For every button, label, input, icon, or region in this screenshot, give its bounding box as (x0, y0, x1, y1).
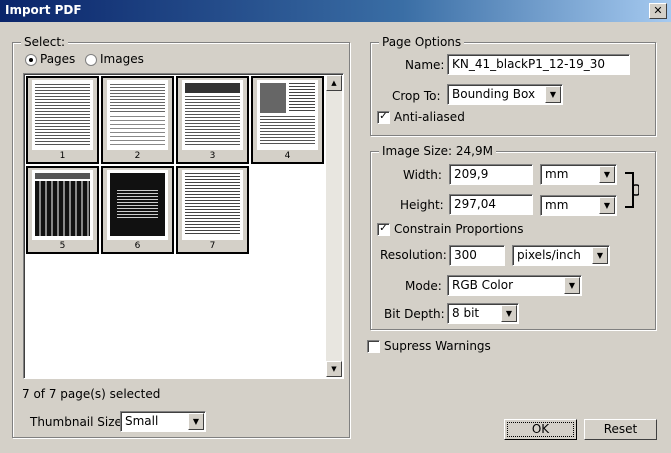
thumbnail-size-select[interactable]: Small ▼ (120, 411, 206, 432)
width-unit-value: mm (545, 167, 569, 181)
image-size-title: Image Size: 24,9M (379, 144, 496, 158)
height-unit-value: mm (545, 198, 569, 212)
reset-button[interactable]: Reset (584, 419, 657, 440)
dropdown-arrow-icon: ▼ (599, 197, 615, 214)
name-label: Name: (405, 58, 445, 72)
width-label: Width: (403, 168, 442, 182)
thumbnail-scrollbar[interactable]: ▲ ▼ (326, 75, 342, 377)
crop-to-label: Crop To: (392, 89, 441, 103)
dropdown-arrow-icon: ▼ (188, 413, 204, 430)
page-preview (257, 80, 318, 150)
page-preview (32, 170, 93, 240)
scroll-up-icon[interactable]: ▲ (326, 75, 342, 91)
height-field[interactable]: 297,04 (449, 194, 533, 215)
dropdown-arrow-icon: ▼ (592, 247, 608, 264)
thumbnail-size-value: Small (125, 414, 159, 428)
page-number: 2 (134, 151, 141, 161)
dropdown-arrow-icon: ▼ (545, 86, 561, 103)
import-pdf-dialog: Import PDF ✕ Select: Pages Images 1 2 3 … (0, 0, 671, 453)
crop-to-select[interactable]: Bounding Box ▼ (447, 84, 563, 105)
bit-depth-label: Bit Depth: (384, 307, 445, 321)
images-radio-label[interactable]: Images (100, 52, 144, 66)
page-thumbnail[interactable]: 6 (101, 166, 174, 254)
ok-button[interactable]: OK (504, 419, 577, 440)
constrain-proportions-label[interactable]: Constrain Proportions (394, 222, 524, 236)
constrain-proportions-checkbox[interactable]: ✓ (377, 223, 390, 236)
radio-dot-icon (29, 58, 33, 62)
dropdown-arrow-icon: ▼ (564, 277, 580, 294)
suppress-warnings-label[interactable]: Supress Warnings (384, 339, 491, 353)
height-unit-select[interactable]: mm ▼ (540, 195, 617, 216)
page-number: 5 (59, 241, 66, 251)
pages-radio[interactable] (25, 54, 37, 66)
width-unit-select[interactable]: mm ▼ (540, 164, 617, 185)
bit-depth-value: 8 bit (452, 306, 480, 320)
suppress-warnings-checkbox[interactable] (367, 340, 380, 353)
selection-status: 7 of 7 page(s) selected (22, 387, 161, 401)
select-group-title: Select: (21, 35, 69, 49)
dropdown-arrow-icon: ▼ (501, 305, 517, 322)
close-button[interactable]: ✕ (649, 3, 667, 19)
page-options-title: Page Options (379, 35, 465, 49)
pages-radio-label[interactable]: Pages (40, 52, 75, 66)
page-preview (107, 80, 168, 150)
page-number: 1 (59, 151, 66, 161)
resolution-unit-value: pixels/inch (517, 248, 581, 262)
page-number: 3 (209, 151, 216, 161)
anti-aliased-label[interactable]: Anti-aliased (394, 110, 465, 124)
page-thumbnail[interactable]: 3 (176, 76, 249, 164)
scroll-down-icon[interactable]: ▼ (326, 361, 342, 377)
thumbnail-size-label: Thumbnail Size: (30, 415, 126, 429)
page-number: 4 (284, 151, 291, 161)
page-preview (107, 170, 168, 240)
crop-to-value: Bounding Box (452, 87, 536, 101)
page-thumbnail[interactable]: 5 (26, 166, 99, 254)
title-bar[interactable]: Import PDF ✕ (0, 0, 671, 22)
page-preview (182, 80, 243, 150)
thumbnail-list[interactable]: 1 2 3 4 5 6 7 ▲ ▼ (23, 73, 344, 379)
anti-aliased-checkbox[interactable]: ✓ (377, 111, 390, 124)
resolution-label: Resolution: (380, 248, 447, 262)
page-preview (182, 170, 243, 240)
images-radio[interactable] (85, 54, 97, 66)
page-number: 6 (134, 241, 141, 251)
height-label: Height: (400, 198, 444, 212)
resolution-field[interactable]: 300 (449, 245, 505, 266)
page-thumbnail[interactable]: 1 (26, 76, 99, 164)
bit-depth-select[interactable]: 8 bit ▼ (447, 303, 519, 324)
page-thumbnail[interactable]: 2 (101, 76, 174, 164)
page-preview (32, 80, 93, 150)
page-thumbnail[interactable]: 4 (251, 76, 324, 164)
page-number: 7 (209, 241, 216, 251)
page-thumbnail[interactable]: 7 (176, 166, 249, 254)
mode-label: Mode: (405, 279, 442, 293)
width-field[interactable]: 209,9 (449, 164, 533, 185)
window-title: Import PDF (5, 3, 82, 17)
resolution-unit-select[interactable]: pixels/inch ▼ (512, 245, 610, 266)
name-field[interactable]: KN_41_blackP1_12-19_30 (447, 54, 630, 75)
dropdown-arrow-icon: ▼ (599, 166, 615, 183)
mode-value: RGB Color (452, 278, 514, 292)
proportion-link-icon (625, 172, 639, 208)
mode-select[interactable]: RGB Color ▼ (447, 275, 582, 296)
